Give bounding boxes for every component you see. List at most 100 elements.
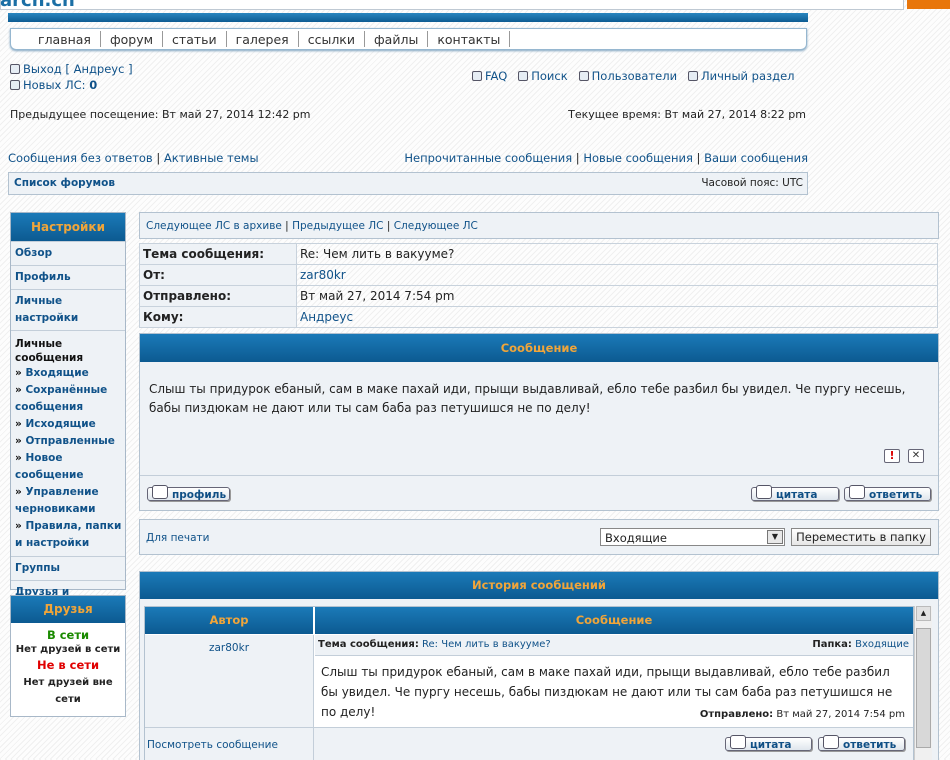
- history-author-link[interactable]: zar80kr: [145, 642, 313, 654]
- ucp-icon: [688, 71, 699, 81]
- from-label: От:: [139, 264, 297, 286]
- from-user-link[interactable]: zar80kr: [300, 268, 346, 282]
- sidebar-pm-outbox[interactable]: » Исходящие: [11, 416, 125, 433]
- unanswered-link[interactable]: Сообщения без ответов: [8, 151, 153, 165]
- to-user-link[interactable]: Андреус: [300, 310, 353, 324]
- reply-button[interactable]: ответить: [844, 485, 931, 501]
- print-link[interactable]: Для печати: [146, 532, 209, 544]
- timezone: Часовой пояс: UTC: [701, 177, 803, 189]
- current-time: Текущее время: Вт май 27, 2014 8:22 pm: [568, 108, 806, 121]
- history-quote-button[interactable]: цитата: [725, 735, 812, 751]
- sidebar-pm-compose[interactable]: » Новое сообщение: [11, 450, 125, 484]
- your-posts-link[interactable]: Ваши сообщения: [704, 151, 808, 165]
- sidebar-item-prefs[interactable]: Личные настройки: [11, 289, 125, 330]
- pm-header-row: Тема сообщения: Re: Чем лить в вакууме?: [139, 243, 938, 265]
- history-reply-button[interactable]: ответить: [818, 735, 905, 751]
- new-posts-link[interactable]: Новые сообщения: [583, 151, 693, 165]
- pm-header-table: Тема сообщения: Re: Чем лить в вакууме? …: [139, 243, 938, 328]
- scrollbar-thumb[interactable]: [916, 628, 931, 748]
- nav-links[interactable]: ссылки: [299, 31, 365, 47]
- history-scrollbar[interactable]: ▲: [914, 606, 932, 760]
- quick-links-left: Сообщения без ответов | Активные темы: [8, 151, 259, 165]
- history-folder: Папка: Входящие: [812, 639, 909, 650]
- orange-corner-button[interactable]: [907, 0, 950, 9]
- chevron-down-icon[interactable]: ▼: [767, 530, 783, 544]
- sidebar-pm-saved[interactable]: » Сохранённые сообщения: [11, 382, 125, 416]
- pm-nav-links: Следующее ЛС в архиве | Предыдущее ЛС | …: [146, 220, 478, 232]
- delete-icon[interactable]: ✕: [908, 449, 924, 463]
- new-pm-link[interactable]: Новых ЛС: 0: [23, 78, 97, 92]
- friends-title: Друзья: [11, 596, 125, 623]
- profile-button[interactable]: профиль: [147, 485, 230, 501]
- profile-icon: [152, 485, 168, 499]
- top-strip: [0, 0, 904, 10]
- logout-link[interactable]: Выход [ Андреус ]: [23, 62, 133, 76]
- nav-forum[interactable]: форум: [101, 31, 164, 47]
- nav-files[interactable]: файлы: [365, 31, 429, 47]
- pm-header-row: Отправлено: Вт май 27, 2014 7:54 pm: [139, 285, 938, 307]
- quote-icon: [756, 485, 772, 499]
- sidebar-item-pm: Личные сообщения: [11, 330, 125, 365]
- sent-label: Отправлено:: [139, 285, 297, 307]
- active-topics-link[interactable]: Активные темы: [164, 151, 259, 165]
- scroll-up-icon[interactable]: ▲: [916, 606, 931, 621]
- history-footer: Посмотреть сообщение цитата ответить: [145, 727, 913, 760]
- users-link[interactable]: Пользователи: [592, 69, 677, 83]
- top-links: FAQ Поиск Пользователи Личный раздел: [472, 69, 795, 83]
- nav-contacts[interactable]: контакты: [428, 31, 511, 47]
- quick-links-right: Непрочитанные сообщения | Новые сообщени…: [404, 151, 808, 165]
- sidebar-pm-sent[interactable]: » Отправленные: [11, 433, 125, 450]
- sidebar-item-overview[interactable]: Обзор: [11, 241, 125, 265]
- sidebar-pm-inbox[interactable]: » Входящие: [11, 365, 125, 382]
- friends-offline-none: Нет друзей вне сети: [23, 677, 113, 705]
- pm-header-row: Кому: Андреус: [139, 306, 938, 328]
- folder-select[interactable]: Входящие ▼: [600, 528, 785, 546]
- next-pm-archive-link[interactable]: Следующее ЛС в архиве: [146, 220, 282, 232]
- previous-pm-link[interactable]: Предыдущее ЛС: [292, 220, 383, 232]
- faq-link[interactable]: FAQ: [485, 69, 507, 83]
- message-divider: [140, 475, 938, 476]
- history-sent: Отправлено: Вт май 27, 2014 7:54 pm: [699, 709, 905, 720]
- history-table: Автор Сообщение zar80kr Тема сообщения: …: [144, 606, 914, 760]
- forum-list-link[interactable]: Список форумов: [14, 177, 115, 189]
- previous-visit: Предыдущее посещение: Вт май 27, 2014 12…: [10, 108, 311, 121]
- new-pm-line: Новых ЛС: 0: [10, 78, 97, 92]
- logout-icon: [10, 64, 20, 74]
- next-pm-link[interactable]: Следующее ЛС: [394, 220, 478, 232]
- sidebar-pm-drafts[interactable]: » Управление черновиками: [11, 484, 125, 518]
- unread-link[interactable]: Непрочитанные сообщения: [404, 151, 572, 165]
- search-link[interactable]: Поиск: [531, 69, 567, 83]
- site-logo[interactable]: arcn.cn: [0, 0, 82, 9]
- subject-value: Re: Чем лить в вакууме?: [296, 243, 938, 265]
- history-view-link[interactable]: Посмотреть сообщение: [147, 739, 278, 751]
- quote-button[interactable]: цитата: [751, 485, 839, 501]
- nav-articles[interactable]: статьи: [163, 31, 227, 47]
- history-subject-bar: Тема сообщения: Re: Чем лить в вакууме? …: [315, 635, 913, 656]
- sidebar-title: Настройки: [11, 213, 125, 241]
- sent-value: Вт май 27, 2014 7:54 pm: [296, 285, 938, 307]
- sidebar-item-profile[interactable]: Профиль: [11, 265, 125, 289]
- pm-header-row: От: zar80kr: [139, 264, 938, 286]
- report-icon[interactable]: !: [884, 449, 900, 463]
- nav-home[interactable]: главная: [29, 31, 101, 47]
- move-to-folder-button[interactable]: Переместить в папку: [791, 528, 931, 546]
- friends-panel: Друзья В сети Нет друзей в сети Не в сет…: [10, 595, 126, 717]
- reply-icon: [823, 735, 839, 749]
- history-author-cell: zar80kr: [145, 635, 314, 727]
- nav-gallery[interactable]: галерея: [227, 31, 299, 47]
- friends-online-label: В сети: [46, 628, 90, 642]
- to-label: Кому:: [139, 306, 297, 328]
- search-icon: [518, 71, 529, 81]
- faq-icon: [472, 71, 482, 81]
- header-bar: главная форум статьи галерея ссылки файл…: [8, 13, 808, 50]
- breadcrumb-bar: Список форумов Часовой пояс: UTC: [8, 172, 808, 195]
- message-body: Слыш ты придурок ебаный, сам в маке паха…: [149, 382, 906, 415]
- sidebar-item-groups[interactable]: Группы: [11, 556, 125, 580]
- history-folder-link[interactable]: Входящие: [855, 639, 909, 650]
- ucp-link[interactable]: Личный раздел: [701, 69, 794, 83]
- history-heading: История сообщений: [140, 572, 938, 599]
- sidebar-pm-rules[interactable]: » Правила, папки и настройки: [11, 518, 125, 556]
- pm-nav-bar: Следующее ЛС в архиве | Предыдущее ЛС | …: [139, 212, 939, 239]
- quote-icon: [730, 735, 746, 749]
- main-nav: главная форум статьи галерея ссылки файл…: [10, 28, 807, 50]
